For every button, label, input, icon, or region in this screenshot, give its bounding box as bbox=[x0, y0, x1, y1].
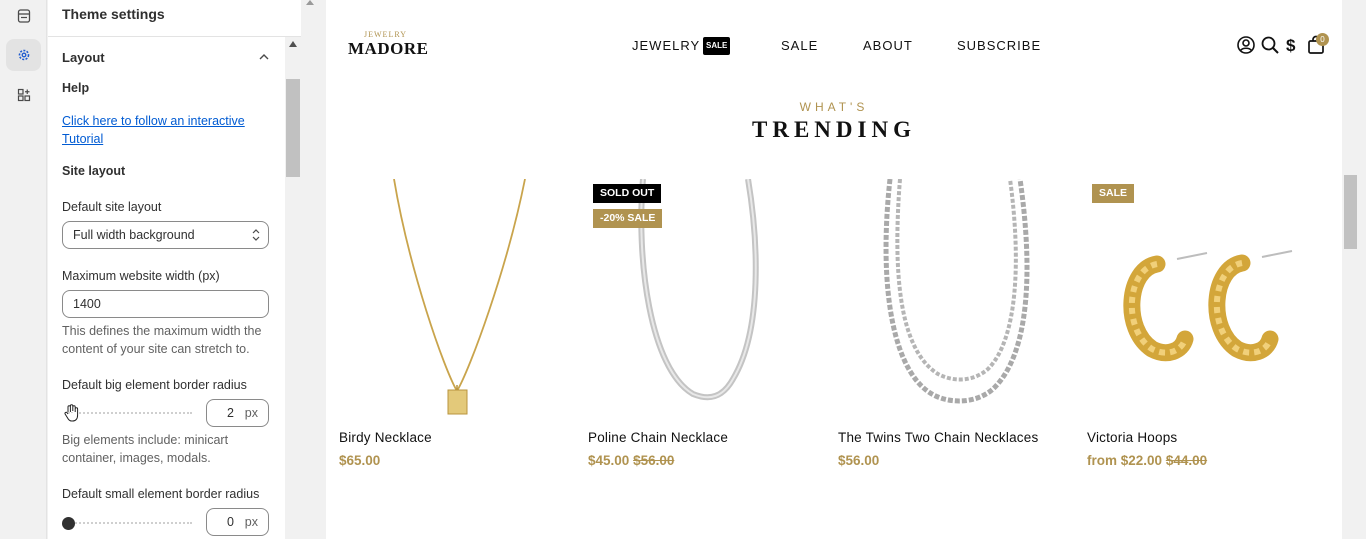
site-layout-heading: Site layout bbox=[62, 164, 126, 178]
hand-cursor-icon[interactable] bbox=[62, 403, 82, 423]
price-compare: $56.00 bbox=[633, 453, 675, 468]
discount-badge: -20% SALE bbox=[593, 209, 663, 228]
default-layout-label: Default site layout bbox=[62, 200, 162, 214]
preview-scroll-thumb[interactable] bbox=[1344, 175, 1357, 249]
hoop-earrings-image bbox=[1123, 250, 1293, 362]
slider-track bbox=[68, 522, 192, 524]
product-price: $56.00 bbox=[838, 453, 879, 468]
product-image[interactable] bbox=[838, 178, 1074, 422]
nav-about[interactable]: ABOUT bbox=[863, 38, 913, 53]
panel-scroll-thumb[interactable] bbox=[286, 79, 300, 177]
search-icon[interactable] bbox=[1260, 35, 1280, 55]
default-layout-value: Full width background bbox=[73, 228, 195, 242]
product-price: from $22.00 $44.00 bbox=[1087, 453, 1207, 468]
double-chain-image bbox=[883, 178, 1030, 404]
product-image[interactable] bbox=[1087, 179, 1323, 422]
price-current: $56.00 bbox=[838, 453, 880, 468]
product-image[interactable] bbox=[339, 178, 575, 422]
big-radius-unit: px bbox=[244, 406, 258, 420]
panel-title: Theme settings bbox=[48, 0, 301, 37]
help-heading: Help bbox=[62, 81, 90, 95]
section-heading: TRENDING bbox=[752, 117, 916, 142]
apps-icon[interactable] bbox=[6, 0, 41, 32]
account-icon[interactable] bbox=[1236, 35, 1256, 55]
big-radius-help: Big elements include: minicart container… bbox=[62, 433, 229, 465]
nav-subscribe[interactable]: SUBSCRIBE bbox=[957, 38, 1041, 53]
theme-settings-panel: Theme settings Layout Help Click here to… bbox=[48, 0, 301, 539]
big-radius-label: Default big element border radius bbox=[62, 378, 247, 392]
gear-icon[interactable] bbox=[6, 39, 41, 71]
product-title[interactable]: Victoria Hoops bbox=[1087, 430, 1177, 445]
price-current: $45.00 bbox=[588, 453, 630, 468]
nav-sale[interactable]: SALE bbox=[781, 38, 818, 53]
max-width-label: Maximum website width (px) bbox=[62, 269, 220, 283]
price-current: from $22.00 bbox=[1087, 453, 1163, 468]
small-radius-value: 0 bbox=[227, 515, 234, 529]
max-width-help: This defines the maximum width the conte… bbox=[62, 324, 262, 356]
big-radius-value: 2 bbox=[227, 406, 234, 420]
scroll-up-arrow-icon[interactable] bbox=[306, 0, 314, 5]
panel-body: Layout Help Click here to follow an inte… bbox=[48, 37, 284, 539]
blocks-icon[interactable] bbox=[6, 79, 41, 111]
select-arrows-icon bbox=[252, 229, 260, 241]
product-price: $45.00 $56.00 bbox=[588, 453, 674, 468]
product-title[interactable]: Poline Chain Necklace bbox=[588, 430, 728, 445]
tutorial-link[interactable]: Click here to follow an interactive Tuto… bbox=[62, 112, 262, 148]
max-width-input[interactable]: 1400 bbox=[62, 290, 269, 318]
price-current: $65.00 bbox=[339, 453, 381, 468]
default-layout-select[interactable]: Full width background bbox=[62, 221, 269, 249]
product-title[interactable]: The Twins Two Chain Necklaces bbox=[838, 430, 1038, 445]
chevron-up-icon[interactable] bbox=[259, 53, 269, 60]
product-title[interactable]: Birdy Necklace bbox=[339, 430, 432, 445]
product-price: $65.00 bbox=[339, 453, 380, 468]
store-logo[interactable]: MADORE bbox=[348, 39, 428, 59]
small-radius-input[interactable]: 0 px bbox=[206, 508, 269, 536]
svg-text:$: $ bbox=[1286, 36, 1296, 55]
necklace-image bbox=[393, 178, 526, 415]
preview-scrollbar[interactable] bbox=[1342, 0, 1366, 539]
cart-count-badge: 0 bbox=[1316, 33, 1329, 46]
store-preview: JEWELRY MADORE JEWELRY SALE SALE ABOUT S… bbox=[326, 0, 1342, 539]
slider-knob[interactable] bbox=[62, 517, 75, 530]
max-width-value: 1400 bbox=[73, 297, 101, 311]
small-radius-unit: px bbox=[244, 515, 258, 529]
big-radius-slider[interactable] bbox=[62, 404, 193, 422]
sold-out-badge: SOLD OUT bbox=[593, 184, 662, 203]
logo-tagline: JEWELRY bbox=[364, 30, 407, 39]
currency-icon[interactable]: $ bbox=[1284, 35, 1300, 55]
sale-badge: SALE bbox=[1092, 184, 1135, 203]
big-radius-input[interactable]: 2 px bbox=[206, 399, 269, 427]
small-radius-slider[interactable] bbox=[62, 517, 193, 530]
scroll-up-arrow-icon[interactable] bbox=[289, 41, 297, 47]
price-compare: $44.00 bbox=[1165, 453, 1208, 468]
section-title-layout[interactable]: Layout bbox=[62, 50, 105, 65]
slider-track bbox=[68, 412, 192, 414]
section-eyebrow: WHAT'S bbox=[799, 100, 869, 114]
icon-rail bbox=[0, 0, 47, 539]
nav-sale-badge: SALE bbox=[703, 37, 731, 55]
small-radius-label: Default small element border radius bbox=[62, 487, 260, 501]
nav-jewelry[interactable]: JEWELRY bbox=[632, 38, 700, 53]
